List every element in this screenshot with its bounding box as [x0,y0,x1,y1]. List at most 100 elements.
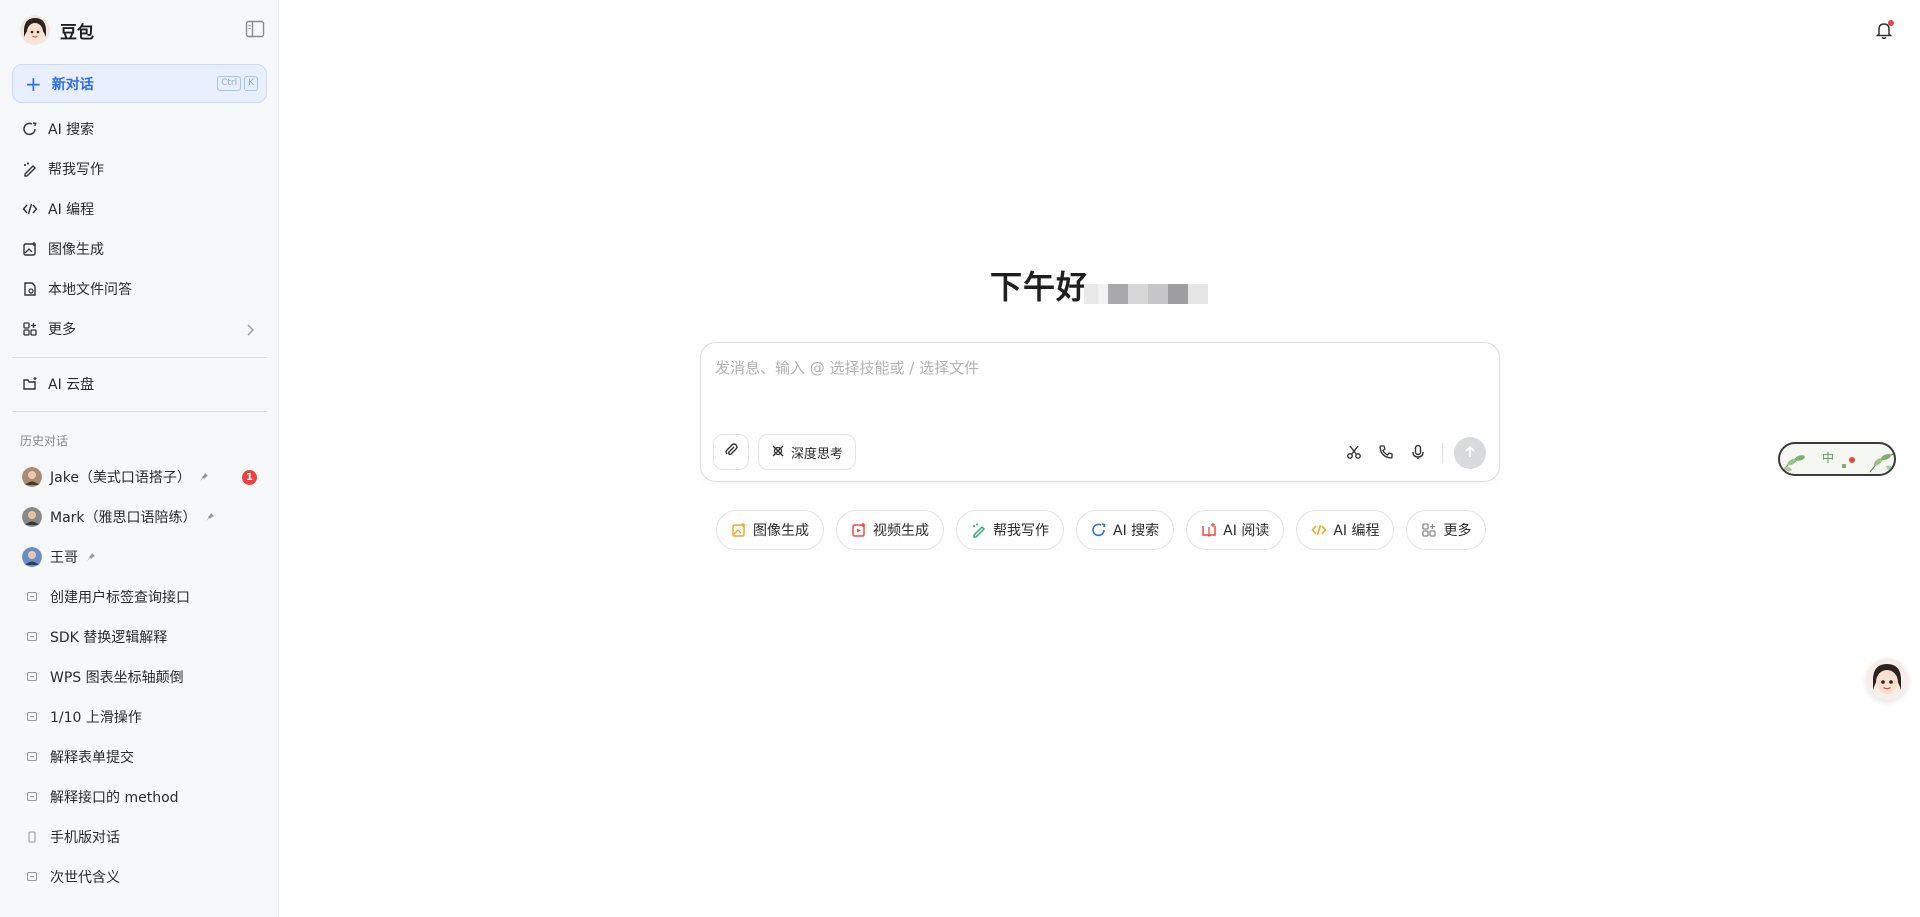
sidebar-cloud: AI 云盘 [12,364,267,404]
agent-avatar [22,507,42,527]
quick-action-writing[interactable]: 帮我写作 [956,510,1064,550]
sidebar-item-writing[interactable]: 帮我写作 [12,149,267,189]
phone-icon [22,827,42,847]
leaf-decoration-icon [1783,453,1894,473]
sidebar-nav: AI 搜索 帮我写作 AI 编程 图像生成 本地文件问答 更多 [12,109,267,349]
quick-action-label: 帮我写作 [993,523,1049,539]
chevron-right-icon [245,322,255,341]
history-item[interactable]: 创建用户标签查询接口 [12,577,267,617]
quick-action-label: 视频生成 [873,523,929,539]
history-item[interactable]: 解释接口的 method [12,777,267,817]
search-icon [1091,522,1107,538]
code-icon [1311,522,1327,538]
sidebar-item-label: 本地文件问答 [48,282,132,298]
sidebar-item-label: 图像生成 [48,242,104,258]
history-item-label: 1/10 上滑操作 [50,710,142,726]
history-item-label: 解释接口的 method [50,790,179,806]
message-input[interactable] [713,355,1477,419]
quick-action-label: AI 阅读 [1223,523,1270,539]
phone-call-icon[interactable] [1376,442,1396,462]
sidebar-item-ai-search[interactable]: AI 搜索 [12,109,267,149]
history-section-label: 历史对话 [20,434,69,448]
sidebar-item-label: 帮我写作 [48,162,104,178]
sidebar-divider [12,411,267,412]
sidebar-item-more[interactable]: 更多 [12,309,267,349]
history-item[interactable]: WPS 图表坐标轴颠倒 [12,657,267,697]
history-item-label: 次世代含义 [50,870,120,886]
quick-action-more[interactable]: 更多 [1406,510,1487,550]
quick-action-label: AI 编程 [1333,523,1380,539]
pin-icon [86,552,96,562]
search-icon [22,121,38,137]
file-icon [22,281,38,297]
shortcut-key-ctrl: Ctrl [217,76,242,91]
history-item[interactable]: SDK 替换逻辑解释 [12,617,267,657]
assistant-avatar-button[interactable] [1866,658,1908,700]
quick-action-ai-reading[interactable]: AI 阅读 [1186,510,1285,550]
video-icon [851,522,867,538]
unread-badge: 1 [242,470,257,485]
sidebar-item-cloud-drive[interactable]: AI 云盘 [12,364,267,404]
shortcut-key-k: K [244,76,258,91]
history-item-label: 王哥 [50,550,78,566]
arrow-up-icon [1463,444,1477,463]
attach-button[interactable] [713,434,749,470]
image-icon [731,522,747,538]
history-item-label: Mark（雅思口语陪练） [50,510,197,526]
quick-action-ai-search[interactable]: AI 搜索 [1076,510,1175,550]
code-icon [22,201,38,217]
history-item-label: Jake（美式口语搭子） [50,470,191,486]
history-item[interactable]: Mark（雅思口语陪练） [12,497,267,537]
sidebar-item-image-gen[interactable]: 图像生成 [12,229,267,269]
history-item[interactable]: 王哥 [12,537,267,577]
send-button[interactable] [1454,437,1486,469]
shortcut-hint: Ctrl K [217,76,258,91]
chat-bubble-icon [22,787,42,807]
quick-actions: 图像生成 视频生成 帮我写作 AI 搜索 AI 阅读 AI 编程 更多 [716,510,1487,550]
chat-bubble-icon [22,587,42,607]
quick-action-label: 图像生成 [753,523,809,539]
history-item[interactable]: Jake（美式口语搭子） 1 [12,457,267,497]
history-item[interactable]: 次世代含义 [12,857,267,897]
quick-action-ai-coding[interactable]: AI 编程 [1296,510,1395,550]
redacted-username [1084,262,1230,304]
image-icon [22,241,38,257]
widget-label: 中 [1822,451,1835,465]
agent-avatar [22,547,42,567]
sidebar-item-local-file-qa[interactable]: 本地文件问答 [12,269,267,309]
history-item[interactable]: 解释表单提交 [12,737,267,777]
sidebar-toggle-icon[interactable] [245,20,265,38]
chat-bubble-icon [22,867,42,887]
history-item[interactable]: 1/10 上滑操作 [12,697,267,737]
pen-icon [971,522,987,538]
sidebar-item-coding[interactable]: AI 编程 [12,189,267,229]
sidebar: 豆包 + 新对话 Ctrl K AI 搜索 帮我写作 AI 编程 图像生成 本地… [0,0,279,917]
brand[interactable]: 豆包 [20,12,94,48]
floating-decor-widget[interactable]: 中 [1778,442,1896,476]
quick-action-label: AI 搜索 [1113,523,1160,539]
toolbar-divider [1442,443,1443,463]
new-chat-button[interactable]: + 新对话 Ctrl K [12,64,267,103]
sidebar-divider [12,357,267,358]
app-title: 豆包 [60,22,94,43]
chat-bubble-icon [22,627,42,647]
microphone-icon[interactable] [1408,442,1428,462]
history-item-label: SDK 替换逻辑解释 [50,630,168,646]
notification-bell-icon[interactable] [1874,20,1894,40]
quick-action-label: 更多 [1443,523,1472,539]
grid-icon [22,321,38,337]
plus-icon: + [25,71,42,96]
history-item[interactable]: 手机版对话 [12,817,267,857]
scissors-icon[interactable] [1344,442,1364,462]
history-item-label: 手机版对话 [50,830,120,846]
history-list: Jake（美式口语搭子） 1 Mark（雅思口语陪练） 王哥 创建用户标签查询接… [12,457,267,897]
deep-think-button[interactable]: 深度思考 [758,434,857,470]
quick-action-image-gen[interactable]: 图像生成 [716,510,824,550]
agent-avatar [22,467,42,487]
history-item-label: 创建用户标签查询接口 [50,590,190,606]
quick-action-video-gen[interactable]: 视频生成 [836,510,944,550]
grid-icon [1421,522,1437,538]
book-icon [1201,522,1217,538]
chat-composer: 深度思考 [700,342,1500,482]
deep-think-label: 深度思考 [791,446,844,462]
